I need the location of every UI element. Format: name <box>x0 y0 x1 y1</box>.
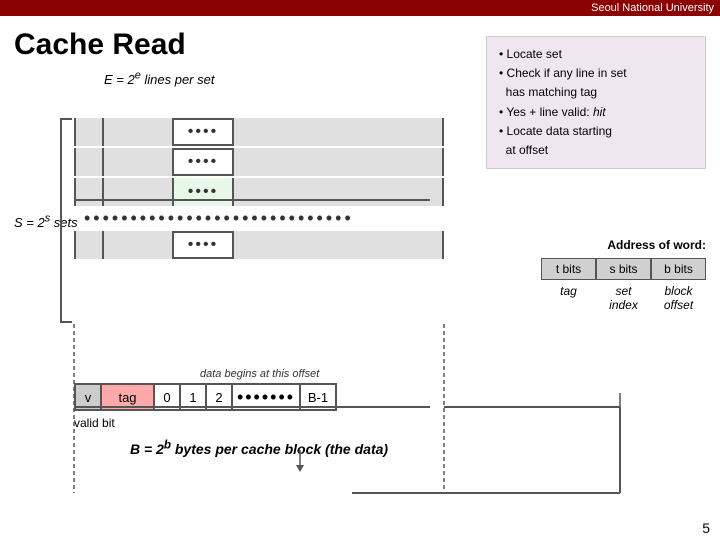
cache-cell-v-3 <box>76 178 104 206</box>
cache-cell-data-4 <box>234 231 442 259</box>
b-label-text: B = 2b bytes per cache block (the data) <box>130 441 388 457</box>
cache-cell-dots-1: •••• <box>174 118 234 146</box>
cache-diagram: •••• •••• •••• ••••••••••••••••• <box>14 118 474 261</box>
cache-row-1: •••• <box>74 118 444 146</box>
s-bits-cell: s bits <box>596 258 651 280</box>
cache-cell-tag-2 <box>104 148 174 176</box>
cache-cell-tag-1 <box>104 118 174 146</box>
b-label: B = 2b bytes per cache block (the data) <box>130 438 388 457</box>
bits-header-row: t bits s bits b bits <box>541 258 706 280</box>
exp-cell-0: 0 <box>153 383 181 411</box>
exp-v-cell: v <box>74 383 102 411</box>
cache-cell-data-3 <box>234 178 442 206</box>
e-label-text: E = 2e lines per set <box>104 72 214 87</box>
cache-cell-v-1 <box>76 118 104 146</box>
exp-tag-text: tag <box>118 390 136 405</box>
info-line-1: • Locate set <box>499 47 562 61</box>
data-offset-label: data begins at this offset <box>200 368 319 380</box>
cache-cell-dots-4: •••• <box>174 231 234 259</box>
cache-set-3: •••• <box>14 178 474 206</box>
cache-set-2: •••• <box>14 148 474 176</box>
exp-v-text: v <box>85 390 92 405</box>
info-line-3: has matching tag <box>499 85 597 99</box>
cache-row-2: •••• <box>74 148 444 176</box>
expanded-row: v tag 0 1 2 ••••••• B-1 <box>74 383 337 411</box>
cache-row-3: •••• <box>74 178 444 206</box>
university-label: Seoul National University <box>591 2 714 14</box>
tag-label: tag <box>541 284 596 312</box>
exp-b1-cell: B-1 <box>299 383 337 411</box>
cache-cell-dots-3: •••• <box>174 178 234 206</box>
set-index-label: setindex <box>596 284 651 312</box>
address-bits: t bits s bits b bits tag setindex blocko… <box>541 258 706 312</box>
cache-ellipsis: ••••••••••••••••••••••••••••• <box>74 208 474 229</box>
cache-cell-v-4 <box>76 231 104 259</box>
cache-cell-data-1 <box>234 118 442 146</box>
address-label-text: Address of word: <box>607 238 706 252</box>
info-box: • Locate set • Check if any line in set … <box>486 36 706 169</box>
b-bits-cell: b bits <box>651 258 706 280</box>
bits-labels-row: tag setindex blockoffset <box>541 284 706 312</box>
topbar: Seoul National University <box>0 0 720 16</box>
exp-cell-2: 2 <box>205 383 233 411</box>
cache-cell-data-2 <box>234 148 442 176</box>
t-bits-cell: t bits <box>541 258 596 280</box>
cache-cell-tag-3 <box>104 178 174 206</box>
exp-tag-cell: tag <box>100 383 155 411</box>
info-line-5: • Locate data starting <box>499 124 612 138</box>
valid-bit-label: valid bit <box>74 416 115 430</box>
cache-cell-v-2 <box>76 148 104 176</box>
cache-row-4: •••• <box>74 231 444 259</box>
info-line-4: • Yes + line valid: hit <box>499 105 606 119</box>
info-line-2: • Check if any line in set <box>499 66 627 80</box>
block-offset-label: blockoffset <box>651 284 706 312</box>
cache-cell-tag-4 <box>104 231 174 259</box>
cache-cell-dots-2: •••• <box>174 148 234 176</box>
address-label: Address of word: <box>607 238 706 252</box>
cache-set-1: •••• <box>14 118 474 146</box>
page-number: 5 <box>702 520 710 536</box>
exp-cell-1: 1 <box>179 383 207 411</box>
info-line-6: at offset <box>499 143 548 157</box>
exp-dots-cell: ••••••• <box>231 383 301 411</box>
cache-set-4: •••• <box>14 231 474 259</box>
